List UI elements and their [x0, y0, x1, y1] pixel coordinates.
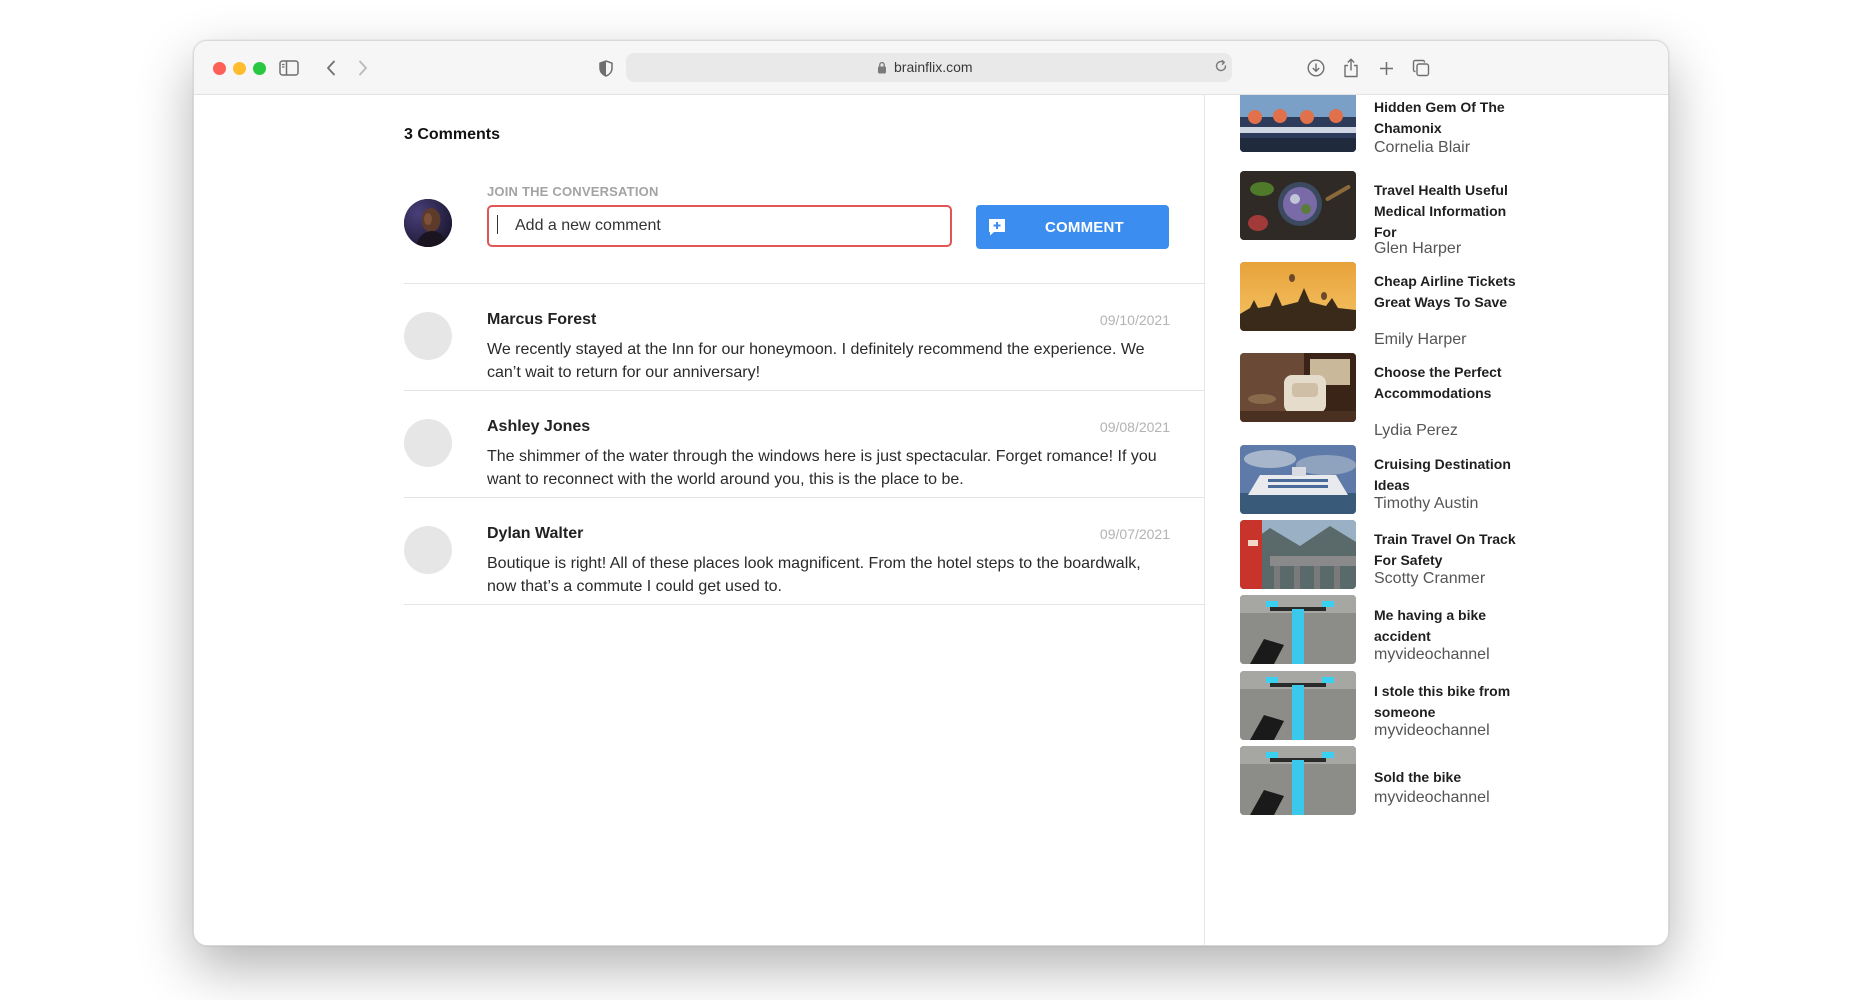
minimize-window-button[interactable]: [233, 62, 246, 75]
video-channel: Lydia Perez: [1374, 422, 1458, 439]
comment-submit-button[interactable]: COMMENT: [976, 205, 1169, 249]
new-tab-plus-icon[interactable]: [1373, 55, 1399, 81]
privacy-shield-icon[interactable]: [593, 55, 619, 81]
comment-author: Ashley Jones: [487, 418, 591, 435]
comment-text: We recently stayed at the Inn for our ho…: [487, 341, 1145, 381]
sidebar-toggle-icon[interactable]: [276, 55, 302, 81]
close-window-button[interactable]: [213, 62, 226, 75]
lock-icon: [877, 61, 887, 79]
video-channel: Emily Harper: [1374, 331, 1467, 348]
current-user-avatar: [404, 199, 452, 247]
video-thumbnail[interactable]: [1240, 262, 1356, 331]
add-comment-icon: [987, 217, 1007, 237]
video-thumbnail[interactable]: [1240, 445, 1356, 514]
comment-date: 09/10/2021: [1099, 312, 1170, 328]
video-title: Choose the Perfect Accommodations: [1374, 364, 1502, 401]
divider: [404, 604, 1204, 605]
video-title: I stole this bike from someone: [1374, 683, 1511, 720]
commenter-avatar: [404, 312, 452, 360]
video-channel: Scotty Cranmer: [1374, 570, 1486, 587]
back-arrow-icon[interactable]: [318, 55, 344, 81]
comment-button-label: COMMENT: [1045, 218, 1124, 236]
video-channel: Cornelia Blair: [1374, 139, 1471, 156]
comment-date: 09/07/2021: [1099, 526, 1170, 542]
download-icon[interactable]: [1303, 55, 1329, 81]
video-title: Me having a bike accident: [1374, 607, 1487, 644]
comment-author: Dylan Walter: [487, 525, 584, 542]
comment-author: Marcus Forest: [487, 311, 597, 328]
comment-item: Dylan Walter 09/07/2021 Boutique is righ…: [404, 498, 1170, 624]
page-content: 3 Comments JOIN THE CONVERSATION COMMENT: [194, 95, 1668, 945]
video-thumbnail[interactable]: [1240, 95, 1356, 152]
commenter-avatar: [404, 526, 452, 574]
comment-date: 09/08/2021: [1099, 419, 1170, 435]
comments-section: 3 Comments JOIN THE CONVERSATION COMMENT: [194, 95, 1205, 945]
video-channel: Glen Harper: [1374, 240, 1462, 257]
video-thumbnail[interactable]: [1240, 520, 1356, 589]
forward-arrow-icon[interactable]: [350, 55, 376, 81]
reload-icon[interactable]: [1214, 59, 1228, 78]
comment-text: The shimmer of the water through the win…: [487, 448, 1157, 488]
browser-window: brainflix.com 3 Comments JOIN THE CONVER…: [193, 40, 1669, 946]
video-thumbnail[interactable]: [1240, 671, 1356, 740]
video-channel: myvideochannel: [1374, 789, 1490, 806]
url-text: brainflix.com: [894, 59, 973, 75]
video-title: Sold the bike: [1374, 769, 1462, 785]
video-thumbnail[interactable]: [1240, 746, 1356, 815]
video-title: Cheap Airline Tickets Great Ways To Save: [1374, 273, 1516, 310]
video-title: Cruising Destination Ideas: [1374, 456, 1511, 493]
commenter-avatar: [404, 419, 452, 467]
new-comment-input[interactable]: [487, 205, 952, 247]
next-videos-sidebar: Hidden Gem Of The Chamonix Cornelia Blai…: [1204, 95, 1668, 945]
video-title: Travel Health Useful Medical Information…: [1374, 182, 1508, 240]
comment-text: Boutique is right! All of these places l…: [487, 555, 1141, 595]
text-caret: [497, 215, 498, 234]
video-channel: Timothy Austin: [1374, 495, 1479, 512]
video-title: Hidden Gem Of The Chamonix: [1374, 99, 1505, 136]
video-channel: myvideochannel: [1374, 722, 1490, 739]
tab-overview-icon[interactable]: [1408, 55, 1434, 81]
join-conversation-label: JOIN THE CONVERSATION: [487, 184, 659, 199]
share-icon[interactable]: [1338, 55, 1364, 81]
video-channel: myvideochannel: [1374, 646, 1490, 663]
video-title: Train Travel On Track For Safety: [1374, 531, 1516, 568]
zoom-window-button[interactable]: [253, 62, 266, 75]
video-thumbnail[interactable]: [1240, 353, 1356, 422]
browser-toolbar: brainflix.com: [194, 41, 1668, 95]
address-bar[interactable]: brainflix.com: [626, 53, 1232, 82]
comments-count: 3 Comments: [404, 126, 501, 143]
video-thumbnail[interactable]: [1240, 171, 1356, 240]
video-thumbnail[interactable]: [1240, 595, 1356, 664]
